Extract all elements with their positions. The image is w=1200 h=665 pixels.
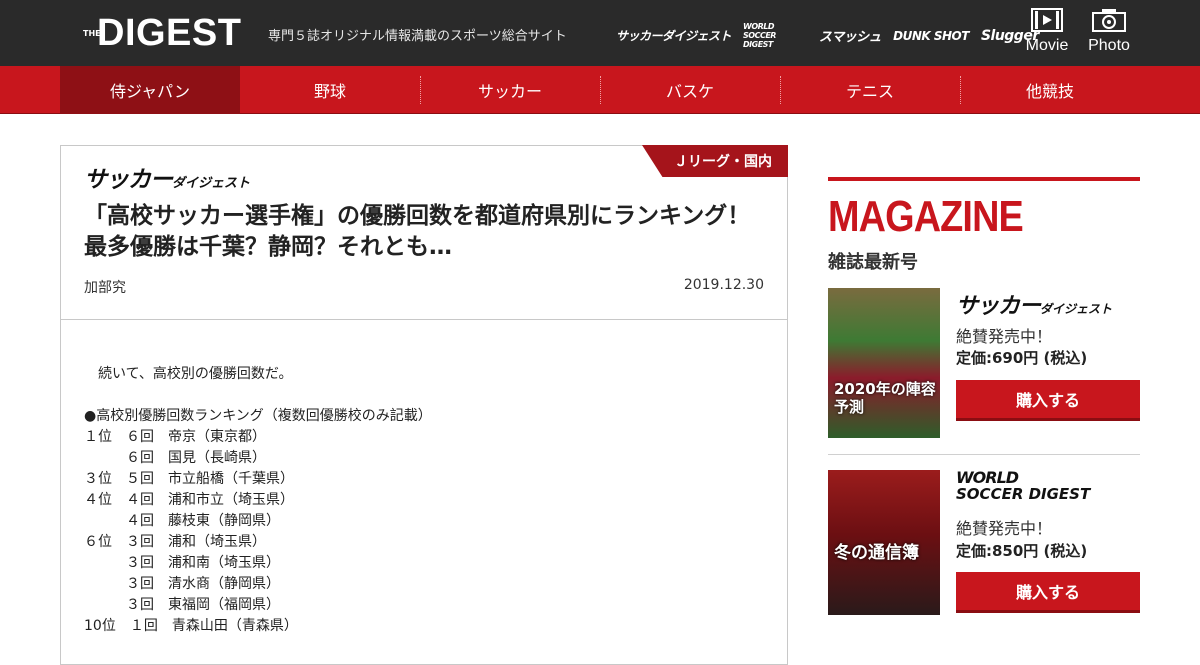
article-card: Ｊリーグ・国内 サッカーダイジェスト 「高校サッカー選手権」の優勝回数を都道府県…: [60, 145, 788, 665]
sidebar-accent-line: [828, 177, 1140, 181]
logo-the: THE: [83, 28, 101, 38]
nav-label: バスケ: [665, 82, 714, 101]
logo-digest: DIGEST: [97, 12, 242, 54]
brand-smash[interactable]: スマッシュ: [819, 26, 882, 45]
movie-icon: [1031, 8, 1063, 32]
magazine-logo-sub: ダイジェスト: [1040, 302, 1113, 316]
nav-item-samurai-japan[interactable]: 侍ジャパン: [60, 66, 240, 114]
nav-label: 侍ジャパン: [109, 82, 190, 101]
brand-soccer-digest[interactable]: サッカーダイジェスト: [616, 27, 732, 44]
nav-label: 他競技: [1025, 82, 1074, 101]
source-logo: サッカーダイジェスト: [84, 160, 250, 194]
magazine-status: 絶賛発売中！: [956, 519, 1053, 538]
nav-item-other-sports[interactable]: 他競技: [960, 66, 1140, 114]
article-author[interactable]: 加部究: [84, 277, 126, 297]
cover-headline: 2020年の陣容予測: [834, 380, 936, 416]
brand-dunk-shot[interactable]: DUNK SHOT: [893, 29, 969, 43]
site-logo[interactable]: THE DIGEST: [83, 14, 241, 52]
magazine-logo-sub: SOCCER DIGEST: [956, 485, 1091, 503]
sidebar-title: MAGAZINE: [828, 192, 1024, 241]
magazine-cover[interactable]: 冬の通信簿: [828, 470, 940, 615]
nav-label: テニス: [845, 82, 894, 101]
source-logo-main: サッカー: [84, 167, 173, 193]
movie-link[interactable]: Movie: [1022, 8, 1072, 55]
buy-button[interactable]: 購入する: [956, 380, 1140, 418]
camera-icon: [1092, 9, 1126, 32]
category-tag[interactable]: Ｊリーグ・国内: [642, 145, 788, 177]
nav-separator: [600, 76, 601, 104]
magazine-logo-main: サッカー: [956, 294, 1041, 319]
buy-button[interactable]: 購入する: [956, 572, 1140, 610]
brand-world-soccer-digest[interactable]: WORLD SOCCER DIGEST: [743, 22, 807, 49]
category-nav: 侍ジャパン 野球 サッカー バスケ テニス 他競技: [0, 66, 1200, 114]
brand-links: サッカーダイジェスト WORLD SOCCER DIGEST スマッシュ DUN…: [616, 22, 1039, 49]
article-headline: 「高校サッカー選手権」の優勝回数を都道府県別にランキング！最多優勝は千葉？静岡？…: [84, 203, 751, 260]
nav-separator: [960, 76, 961, 104]
nav-label: サッカー: [477, 82, 542, 101]
nav-item-soccer[interactable]: サッカー: [420, 66, 600, 114]
site-tagline: 専門５誌オリジナル情報満載のスポーツ総合サイト: [268, 29, 567, 44]
nav-item-baseball[interactable]: 野球: [240, 66, 420, 114]
magazine-price: 定価:850円 (税込): [956, 542, 1088, 560]
article-date: 2019.12.30: [683, 277, 764, 293]
photo-link[interactable]: Photo: [1084, 8, 1134, 55]
movie-label: Movie: [1025, 37, 1069, 54]
magazine-logo: サッカーダイジェスト: [956, 288, 1112, 320]
nav-separator: [780, 76, 781, 104]
nav-separator: [420, 76, 421, 104]
divider: [61, 319, 787, 320]
magazine-cover[interactable]: 2020年の陣容予測: [828, 288, 940, 438]
magazine-price: 定価:690円 (税込): [956, 349, 1088, 367]
magazine-status: 絶賛発売中！: [956, 327, 1053, 346]
nav-label: 野球: [313, 82, 346, 101]
article-body: 続いて、高校別の優勝回数だ。 ●高校別優勝回数ランキング（複数回優勝校のみ記載）…: [84, 366, 432, 634]
nav-item-basketball[interactable]: バスケ: [600, 66, 780, 114]
top-header: THE DIGEST 専門５誌オリジナル情報満載のスポーツ総合サイト サッカーダ…: [0, 0, 1200, 66]
nav-item-tennis[interactable]: テニス: [780, 66, 960, 114]
magazine-divider: [828, 454, 1140, 455]
magazine-logo: WORLD SOCCER DIGEST: [956, 470, 1091, 503]
photo-label: Photo: [1088, 37, 1130, 54]
sidebar-subtitle: 雑誌最新号: [828, 252, 918, 273]
source-logo-sub: ダイジェスト: [172, 176, 251, 191]
cover-headline: 冬の通信簿: [834, 543, 919, 563]
